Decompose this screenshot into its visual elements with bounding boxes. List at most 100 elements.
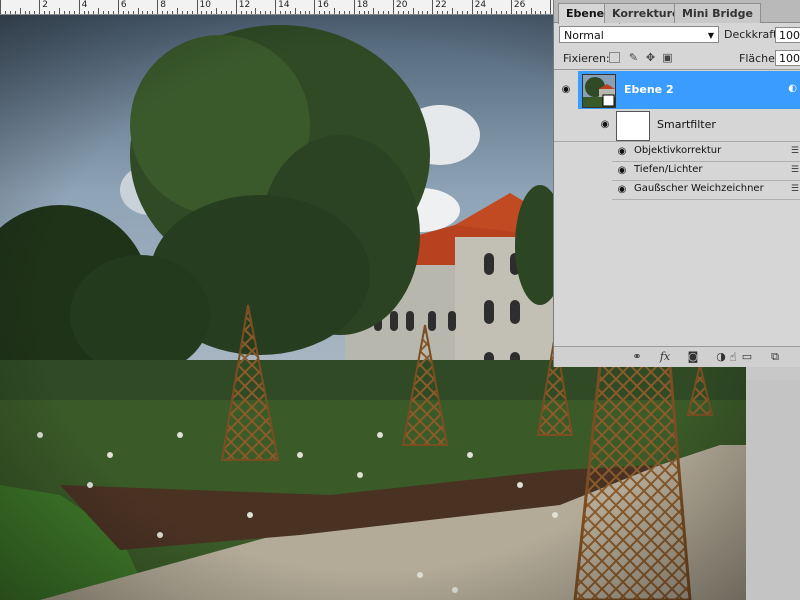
filter-options-icon[interactable]: ☰ — [791, 165, 799, 175]
ruler-tick — [343, 11, 345, 14]
ruler-tick — [0, 0, 1, 14]
ruler-tick — [353, 0, 355, 14]
ruler-tick — [260, 11, 262, 14]
lock-brush-icon[interactable]: ✎ — [628, 52, 639, 63]
ruler-tick — [427, 11, 429, 14]
ruler-tick — [88, 11, 90, 14]
ruler-tick — [39, 0, 41, 14]
ruler-tick — [147, 11, 149, 14]
ruler-tick — [167, 11, 169, 14]
filter-options-icon[interactable]: ☰ — [791, 184, 799, 194]
ruler-tick — [9, 11, 11, 14]
smart-filter-icon: ◐ — [788, 83, 797, 94]
ruler-tick — [324, 11, 326, 14]
ruler-tick — [363, 11, 365, 14]
ruler-tick — [461, 11, 463, 14]
layer-thumbnail — [582, 74, 616, 108]
layer-row[interactable]: ◉ Ebene 2 ◐ — [554, 71, 800, 109]
blend-mode-select[interactable]: Normal ▼ — [559, 26, 719, 43]
ruler-number: 6 — [120, 0, 127, 10]
ruler-tick — [265, 11, 267, 14]
filter-row-objektivkorrektur[interactable]: ◉ Objektivkorrektur ☰ — [612, 142, 800, 162]
fill-input[interactable]: 100% — [775, 50, 800, 66]
lock-label: Fixieren: — [563, 52, 610, 65]
ruler-tick — [412, 8, 414, 14]
ruler-tick — [221, 11, 223, 14]
fx-icon[interactable]: fx — [658, 350, 672, 363]
ruler-number: 12 — [238, 0, 251, 10]
opacity-input[interactable]: 100% — [775, 27, 800, 43]
lock-transparency-icon[interactable] — [609, 52, 620, 63]
ruler-tick — [476, 11, 478, 14]
ruler-tick — [54, 11, 56, 14]
ruler-tick — [196, 0, 198, 14]
ruler-tick — [481, 11, 483, 14]
ruler-tick — [520, 11, 522, 14]
layers-list: ◉ Ebene 2 ◐ ◉ Smartfilter ◉ Objektivkorr… — [554, 71, 800, 346]
ruler-tick — [388, 11, 390, 14]
ruler-tick — [319, 11, 321, 14]
ruler-tick — [378, 11, 380, 14]
link-layers-icon[interactable]: ⚭ — [630, 350, 644, 363]
ruler-number: 2 — [42, 0, 49, 10]
ruler-tick — [24, 11, 26, 14]
layer-selected-highlight[interactable]: Ebene 2 ◐ — [578, 71, 800, 109]
add-mask-icon[interactable]: ◙ — [686, 350, 700, 363]
ruler-tick — [162, 11, 164, 14]
ruler-number: 10 — [199, 0, 211, 10]
new-layer-icon[interactable]: ⧉ — [768, 350, 782, 363]
filter-row-tiefen-lichter[interactable]: ◉ Tiefen/Lichter ☰ — [612, 161, 800, 181]
chevron-down-icon: ▼ — [707, 31, 714, 40]
lock-move-icon[interactable]: ✥ — [645, 52, 656, 63]
filter-eye-icon[interactable]: ◉ — [615, 185, 629, 195]
ruler-tick — [93, 11, 95, 14]
lock-all-icon[interactable]: ▣ — [662, 52, 673, 63]
layers-bottom-toolbar: ⚭ fx ◙ ◑ ▭ ⧉ ☝ — [554, 346, 800, 367]
smartfilter-row[interactable]: ◉ Smartfilter — [554, 109, 800, 142]
filter-row-gaussian-blur[interactable]: ◉ Gaußscher Weichzeichner ☰ — [612, 180, 800, 200]
ruler-tick — [34, 11, 36, 14]
ruler-tick — [456, 11, 458, 14]
ruler-tick — [216, 8, 218, 14]
ruler-tick — [181, 11, 183, 14]
opacity-label: Deckkraft: — [724, 28, 781, 41]
ruler-tick — [466, 11, 468, 14]
ruler-tick — [14, 11, 16, 14]
ruler-number: 16 — [317, 0, 329, 10]
ruler-tick — [250, 11, 252, 14]
ruler-tick — [486, 11, 488, 14]
filter-options-icon[interactable]: ☰ — [791, 146, 799, 156]
ruler-tick — [127, 11, 129, 14]
ruler-tick — [275, 0, 277, 14]
canvas-background — [746, 380, 800, 600]
ruler-tick — [530, 8, 532, 14]
smartfilter-eye-icon[interactable]: ◉ — [598, 120, 612, 130]
smartfilter-mask[interactable] — [616, 111, 650, 141]
ruler-tick — [78, 0, 80, 14]
panel-tabs: Ebenen Korrekturen Mini Bridge — [554, 0, 800, 24]
ruler-tick — [137, 8, 139, 14]
ruler-tick — [402, 11, 404, 14]
ruler-tick — [255, 8, 257, 14]
ruler-tick — [442, 11, 444, 14]
ruler-tick — [58, 8, 60, 14]
ruler-number: 18 — [356, 0, 369, 10]
ruler-tick — [334, 8, 336, 14]
new-group-icon[interactable]: ▭ — [740, 350, 754, 363]
fill-label: Fläche: — [739, 52, 779, 65]
ruler-tick — [49, 11, 51, 14]
ruler-tick — [289, 11, 291, 14]
filter-eye-icon[interactable]: ◉ — [615, 166, 629, 176]
ruler-tick — [152, 11, 154, 14]
filter-name: Tiefen/Lichter — [634, 164, 703, 175]
ruler-tick — [225, 11, 227, 14]
ruler-tick — [240, 11, 242, 14]
ruler-tick — [235, 0, 237, 14]
tab-mini-bridge[interactable]: Mini Bridge — [674, 3, 761, 23]
ruler-tick — [245, 11, 247, 14]
visibility-eye-icon[interactable]: ◉ — [559, 85, 573, 95]
ruler-tick — [211, 11, 213, 14]
ruler-tick — [132, 11, 134, 14]
ruler-tick — [108, 11, 110, 14]
filter-eye-icon[interactable]: ◉ — [615, 147, 629, 157]
